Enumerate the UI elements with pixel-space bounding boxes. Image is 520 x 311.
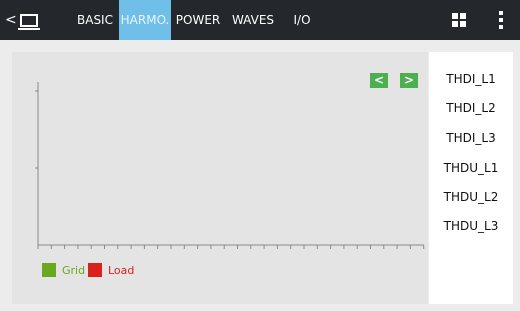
channel-thdu-l3[interactable]: THDU_L3: [429, 219, 513, 233]
channel-thdi-l2[interactable]: THDI_L2: [429, 101, 513, 115]
legend-label-grid: Grid: [62, 263, 86, 277]
x-axis-ticks: [37, 245, 425, 249]
channel-thdi-l1[interactable]: THDI_L1: [429, 72, 513, 86]
load-swatch: [88, 263, 102, 277]
legend-label-load: Load: [108, 263, 135, 277]
next-button[interactable]: >: [400, 73, 418, 88]
legend-item-load: Load: [88, 263, 134, 277]
previous-button[interactable]: <: [370, 73, 388, 88]
legend-item-grid: Grid: [42, 263, 85, 277]
channel-list: THDI_L1 THDI_L2 THDI_L3 THDU_L1 THDU_L2 …: [429, 52, 513, 304]
channel-thdi-l3[interactable]: THDI_L3: [429, 131, 513, 145]
channel-thdu-l2[interactable]: THDU_L2: [429, 190, 513, 204]
channel-thdu-l1[interactable]: THDU_L1: [429, 161, 513, 175]
grid-swatch: [42, 263, 56, 277]
